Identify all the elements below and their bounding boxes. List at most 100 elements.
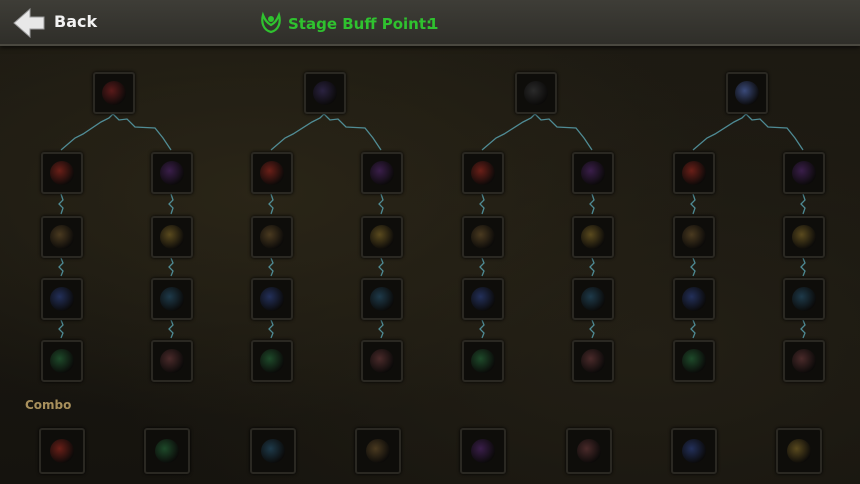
combo-slot[interactable] bbox=[460, 428, 506, 474]
skill-slot[interactable] bbox=[783, 278, 825, 320]
blue-flame-icon bbox=[735, 81, 759, 105]
skill-slot[interactable] bbox=[361, 152, 403, 194]
skill-slot[interactable] bbox=[251, 152, 293, 194]
water-swirl-icon bbox=[792, 225, 816, 249]
skill-link bbox=[479, 193, 485, 215]
violet-strike-icon bbox=[682, 349, 706, 373]
blue-flower-icon bbox=[581, 349, 605, 373]
fire-head-icon bbox=[471, 161, 495, 185]
skill-link bbox=[58, 319, 64, 339]
claw-icon bbox=[160, 161, 184, 185]
skill-slot[interactable] bbox=[251, 278, 293, 320]
skill-slot[interactable] bbox=[93, 72, 135, 114]
skill-slot[interactable] bbox=[673, 340, 715, 382]
skill-slot[interactable] bbox=[462, 340, 504, 382]
skill-link bbox=[800, 319, 806, 339]
skill-link bbox=[60, 113, 114, 151]
skill-link bbox=[58, 193, 64, 215]
skill-slot[interactable] bbox=[462, 278, 504, 320]
skill-slot[interactable] bbox=[151, 152, 193, 194]
skill-slot[interactable] bbox=[783, 340, 825, 382]
skill-slot[interactable] bbox=[41, 340, 83, 382]
combo-slot[interactable] bbox=[355, 428, 401, 474]
skill-slot[interactable] bbox=[251, 216, 293, 258]
fire-ring-icon bbox=[50, 439, 74, 463]
azure-flame-icon bbox=[682, 161, 706, 185]
crimson-fist-icon bbox=[366, 439, 390, 463]
demon-mask-icon bbox=[102, 81, 126, 105]
nature-claw-icon bbox=[581, 225, 605, 249]
flame-orb-icon bbox=[50, 161, 74, 185]
flame-pillar-icon bbox=[577, 439, 601, 463]
green-gust-icon bbox=[682, 287, 706, 311]
dagger-icon bbox=[471, 225, 495, 249]
skill-slot[interactable] bbox=[361, 340, 403, 382]
skill-slot[interactable] bbox=[726, 72, 768, 114]
war-banner-icon bbox=[787, 439, 811, 463]
shadow-wing-icon bbox=[160, 287, 184, 311]
spear-bolt-icon bbox=[260, 349, 284, 373]
golden-shield-icon bbox=[155, 439, 179, 463]
skill-link bbox=[268, 257, 274, 277]
lava-gate-icon bbox=[682, 439, 706, 463]
skill-link bbox=[479, 319, 485, 339]
skill-link bbox=[745, 113, 804, 151]
skill-slot[interactable] bbox=[783, 152, 825, 194]
skill-link bbox=[589, 193, 595, 215]
shield-crest-icon bbox=[524, 81, 548, 105]
trident-icon bbox=[471, 287, 495, 311]
skill-slot[interactable] bbox=[572, 152, 614, 194]
skill-slot[interactable] bbox=[673, 152, 715, 194]
golden-claw-icon bbox=[792, 287, 816, 311]
skill-link bbox=[378, 257, 384, 277]
pink-blade-icon bbox=[370, 287, 394, 311]
skill-slot[interactable] bbox=[673, 278, 715, 320]
skill-slot[interactable] bbox=[361, 216, 403, 258]
skill-slot[interactable] bbox=[251, 340, 293, 382]
skill-slot[interactable] bbox=[41, 216, 83, 258]
skill-slot[interactable] bbox=[41, 152, 83, 194]
skill-link bbox=[690, 319, 696, 339]
skill-slot[interactable] bbox=[515, 72, 557, 114]
skill-slot[interactable] bbox=[151, 340, 193, 382]
skill-link bbox=[534, 113, 593, 151]
combo-slot[interactable] bbox=[776, 428, 822, 474]
combo-slot[interactable] bbox=[250, 428, 296, 474]
skill-link bbox=[168, 193, 174, 215]
skill-link bbox=[323, 113, 382, 151]
red-rune-icon bbox=[50, 349, 74, 373]
ice-slash-icon bbox=[260, 225, 284, 249]
white-shield-icon bbox=[792, 161, 816, 185]
skill-link bbox=[270, 113, 325, 151]
fire-fist-icon bbox=[160, 225, 184, 249]
dark-knight-icon bbox=[260, 287, 284, 311]
combo-slot[interactable] bbox=[566, 428, 612, 474]
potion-icon bbox=[50, 287, 74, 311]
skill-slot[interactable] bbox=[361, 278, 403, 320]
combo-slot[interactable] bbox=[39, 428, 85, 474]
skill-slot[interactable] bbox=[673, 216, 715, 258]
skill-link bbox=[378, 319, 384, 339]
skill-slot[interactable] bbox=[572, 340, 614, 382]
skill-slot[interactable] bbox=[462, 152, 504, 194]
skill-link bbox=[268, 193, 274, 215]
skill-slot[interactable] bbox=[304, 72, 346, 114]
combo-slot[interactable] bbox=[144, 428, 190, 474]
skill-slot[interactable] bbox=[151, 278, 193, 320]
skill-link bbox=[690, 257, 696, 277]
skill-slot[interactable] bbox=[151, 216, 193, 258]
skill-slot[interactable] bbox=[41, 278, 83, 320]
swirl-icon bbox=[50, 225, 74, 249]
skill-slot[interactable] bbox=[783, 216, 825, 258]
green-rune-icon bbox=[581, 161, 605, 185]
green-spiral-icon bbox=[370, 161, 394, 185]
combo-slot[interactable] bbox=[671, 428, 717, 474]
blue-wing-icon bbox=[682, 225, 706, 249]
skill-slot[interactable] bbox=[572, 278, 614, 320]
skill-link bbox=[800, 257, 806, 277]
dragon-head-icon bbox=[160, 349, 184, 373]
skill-link bbox=[481, 113, 536, 151]
skill-slot[interactable] bbox=[572, 216, 614, 258]
skill-slot[interactable] bbox=[462, 216, 504, 258]
leaf-burst-icon bbox=[581, 287, 605, 311]
